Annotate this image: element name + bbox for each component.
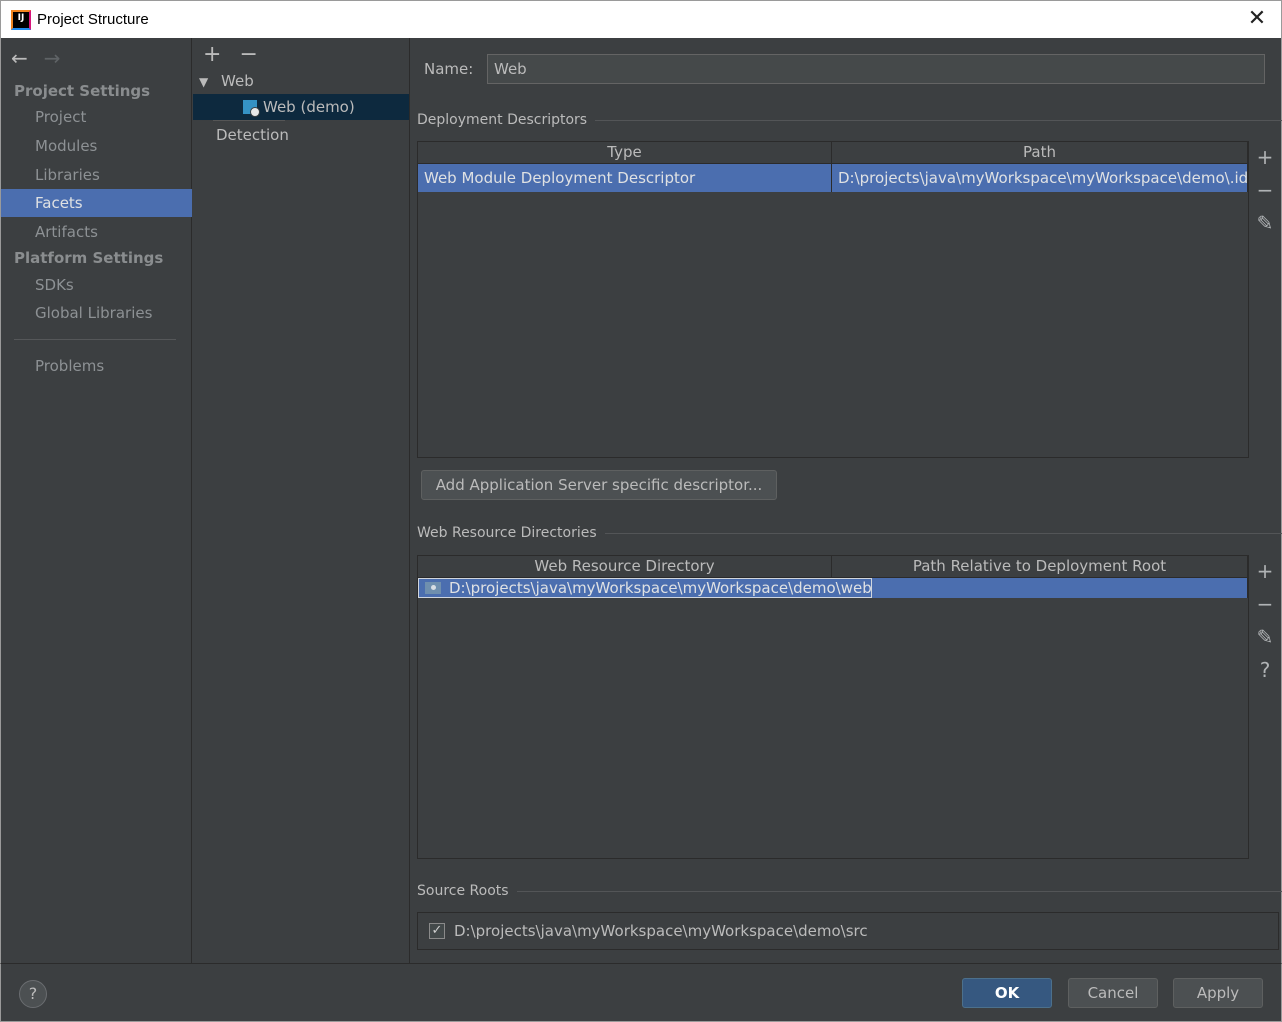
tree-node-web[interactable]: ▼ Web — [199, 68, 409, 94]
web-resource-directories-table: Web Resource Directory Path Relative to … — [417, 555, 1249, 859]
remove-resource-icon[interactable]: − — [1257, 588, 1274, 621]
add-resource-icon[interactable]: + — [1257, 555, 1274, 588]
edit-resource-icon[interactable]: ✎ — [1257, 621, 1274, 654]
source-root-path: D:\projects\java\myWorkspace\myWorkspace… — [454, 922, 868, 940]
settings-nav: ← → Project Settings Project Modules Lib… — [0, 38, 192, 963]
source-root-checkbox[interactable]: ✓ — [429, 923, 445, 939]
nav-item-problems[interactable]: Problems — [1, 352, 192, 380]
web-resource-directories-title: Web Resource Directories — [417, 525, 597, 541]
nav-item-sdks[interactable]: SDKs — [1, 271, 192, 299]
help-resource-icon[interactable]: ? — [1260, 654, 1271, 687]
name-label: Name: — [424, 60, 474, 78]
column-header-type[interactable]: Type — [418, 142, 832, 163]
web-facet-icon — [243, 100, 260, 117]
nav-item-project[interactable]: Project — [1, 103, 192, 131]
source-roots-heading: Source Roots — [417, 883, 1282, 899]
add-facet-icon[interactable]: + — [203, 42, 221, 67]
facet-editor: Name: Web Deployment Descriptors Type Pa… — [411, 38, 1282, 963]
dialog-footer: ? OK Cancel Apply — [0, 963, 1282, 1022]
tree-node-web-label: Web — [221, 72, 254, 90]
web-resource-directories-heading: Web Resource Directories — [417, 525, 1282, 541]
detection-divider — [213, 120, 285, 121]
window-title: Project Structure — [37, 11, 149, 28]
facet-tree-panel: + − ▼ Web Web (demo) Detection — [193, 38, 410, 963]
history-buttons: ← → — [11, 46, 61, 70]
nav-divider — [14, 339, 176, 340]
edit-descriptor-icon[interactable]: ✎ — [1257, 207, 1274, 240]
cancel-button[interactable]: Cancel — [1068, 978, 1158, 1008]
remove-descriptor-icon[interactable]: − — [1257, 174, 1274, 207]
deployment-descriptors-title: Deployment Descriptors — [417, 112, 588, 128]
column-header-path[interactable]: Path — [832, 142, 1248, 163]
nav-item-global-libraries[interactable]: Global Libraries — [1, 299, 192, 327]
add-server-descriptor-button[interactable]: Add Application Server specific descript… — [421, 470, 777, 500]
table-header: Type Path — [418, 142, 1248, 164]
source-roots-title: Source Roots — [417, 883, 509, 899]
nav-item-facets[interactable]: Facets — [1, 189, 192, 217]
app-icon-text: IJ — [17, 12, 25, 23]
descriptor-type-cell: Web Module Deployment Descriptor — [418, 164, 832, 192]
remove-facet-icon[interactable]: − — [239, 42, 257, 67]
back-arrow-icon[interactable]: ← — [11, 46, 28, 70]
tree-node-detection[interactable]: Detection — [216, 122, 289, 148]
nav-item-libraries[interactable]: Libraries — [1, 161, 192, 189]
resource-directory-path: D:\projects\java\myWorkspace\myWorkspace… — [449, 579, 872, 597]
project-settings-heading: Project Settings — [14, 82, 151, 100]
tree-node-web-demo-label: Web (demo) — [263, 98, 355, 116]
close-icon[interactable]: ✕ — [1247, 8, 1267, 30]
deployment-descriptors-heading: Deployment Descriptors — [417, 112, 1282, 128]
table-row[interactable]: Web Module Deployment Descriptor D:\proj… — [418, 164, 1248, 192]
table-row[interactable]: D:\projects\java\myWorkspace\myWorkspace… — [418, 578, 1248, 598]
source-roots-list: ✓ D:\projects\java\myWorkspace\myWorkspa… — [417, 912, 1279, 950]
tree-toolbar: + − — [203, 42, 258, 67]
deployment-descriptors-table: Type Path Web Module Deployment Descript… — [417, 141, 1249, 458]
ok-button[interactable]: OK — [962, 978, 1052, 1008]
tree-node-web-demo[interactable]: Web (demo) — [193, 94, 409, 120]
window-titlebar: IJ Project Structure ✕ — [0, 0, 1282, 38]
column-header-relative-path[interactable]: Path Relative to Deployment Root — [832, 556, 1248, 577]
apply-button[interactable]: Apply — [1173, 978, 1263, 1008]
resource-directory-cell[interactable]: D:\projects\java\myWorkspace\myWorkspace… — [418, 578, 872, 598]
platform-settings-heading: Platform Settings — [14, 249, 164, 267]
web-folder-icon — [425, 582, 441, 594]
descriptor-path-cell: D:\projects\java\myWorkspace\myWorkspace… — [832, 164, 1248, 192]
table-header: Web Resource Directory Path Relative to … — [418, 556, 1248, 578]
relative-path-cell[interactable] — [872, 578, 1248, 598]
forward-arrow-icon[interactable]: → — [44, 46, 61, 70]
column-header-web-resource-directory[interactable]: Web Resource Directory — [418, 556, 832, 577]
deployment-side-toolbar: + − ✎ — [1249, 141, 1281, 240]
expand-triangle-icon[interactable]: ▼ — [199, 69, 208, 95]
intellij-app-icon: IJ — [11, 9, 31, 30]
nav-item-artifacts[interactable]: Artifacts — [1, 218, 192, 246]
nav-item-modules[interactable]: Modules — [1, 132, 192, 160]
help-button[interactable]: ? — [19, 980, 47, 1008]
resources-side-toolbar: + − ✎ ? — [1249, 555, 1281, 687]
name-input[interactable]: Web — [487, 54, 1265, 84]
add-descriptor-icon[interactable]: + — [1257, 141, 1274, 174]
